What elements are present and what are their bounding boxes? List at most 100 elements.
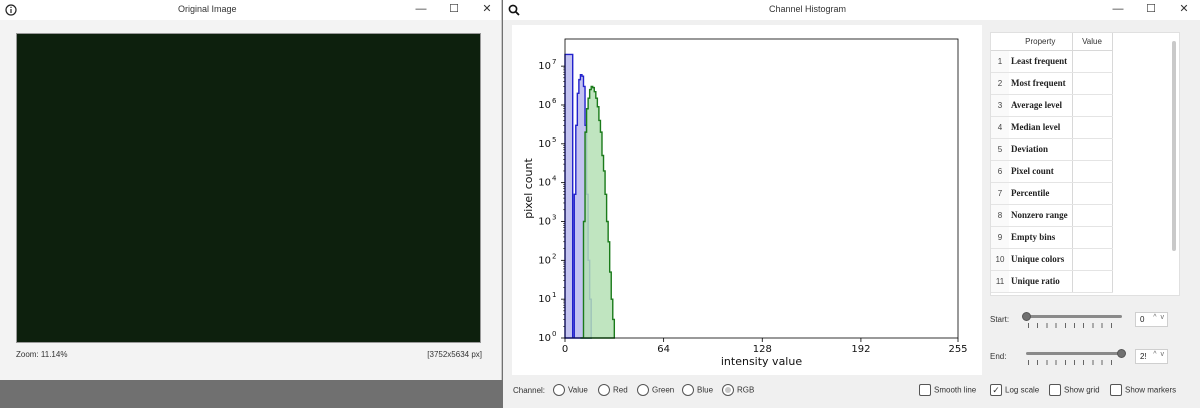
y-tick-exponent: 1 [552, 291, 556, 299]
maximize-button[interactable]: ☐ [443, 1, 465, 18]
end-slider-thumb[interactable] [1117, 349, 1126, 358]
radio-icon[interactable] [598, 384, 610, 396]
property-name: Pixel count [1009, 160, 1073, 183]
channel-label: Channel: [513, 386, 546, 395]
y-tick-label: 10 [538, 255, 551, 266]
image-canvas[interactable] [16, 33, 481, 343]
property-value[interactable] [1072, 116, 1113, 139]
y-tick-exponent: 2 [552, 252, 556, 260]
property-value[interactable] [1072, 204, 1113, 227]
table-row[interactable]: 10 Unique colors [991, 248, 1113, 271]
end-slider-track[interactable] [1026, 349, 1126, 358]
search-icon[interactable] [503, 1, 525, 18]
property-value[interactable] [1072, 138, 1113, 161]
radio-icon[interactable] [637, 384, 649, 396]
radio-icon[interactable] [682, 384, 694, 396]
row-index: 9 [991, 226, 1009, 249]
minimize-button[interactable]: — [1107, 1, 1129, 18]
checkbox-icon[interactable] [919, 384, 931, 396]
radio-selected-icon[interactable] [722, 384, 734, 396]
row-index: 10 [991, 248, 1009, 271]
property-value[interactable] [1072, 160, 1113, 183]
smooth-line-toggle[interactable]: Smooth line [919, 384, 976, 398]
checkbox-checked-icon[interactable]: ✓ [990, 384, 1002, 396]
x-tick-label: 64 [657, 344, 670, 355]
y-tick-label: 10 [538, 216, 551, 227]
y-tick-label: 10 [538, 61, 551, 72]
channel-option-red[interactable]: Red [598, 384, 628, 398]
end-spinbox[interactable]: 2! ^ v [1135, 349, 1168, 364]
row-index: 3 [991, 94, 1009, 117]
close-button[interactable]: ✕ [1173, 1, 1195, 18]
x-tick-label: 255 [948, 344, 967, 355]
value-header[interactable]: Value [1072, 33, 1113, 51]
y-tick-label: 10 [538, 178, 551, 189]
show-markers-toggle[interactable]: Show markers [1110, 384, 1176, 398]
property-value[interactable] [1072, 248, 1113, 271]
minimize-button[interactable]: — [410, 1, 432, 18]
dimensions-label: [3752x5634 px] [427, 350, 482, 359]
property-name: Least frequent [1009, 50, 1073, 73]
property-value[interactable] [1072, 226, 1113, 249]
channel-option-rgb[interactable]: RGB [722, 384, 754, 398]
property-table: Property Value 1 Least frequent 2 Most freq… [991, 33, 1113, 293]
property-name: Unique ratio [1009, 270, 1073, 293]
channel-option-value[interactable]: Value [553, 384, 588, 398]
table-row[interactable]: 11 Unique ratio [991, 270, 1113, 293]
property-value[interactable] [1072, 50, 1113, 73]
row-index: 5 [991, 138, 1009, 161]
property-table-panel[interactable]: Property Value 1 Least frequent 2 Most freq… [990, 32, 1180, 296]
table-row[interactable]: 1 Least frequent [991, 50, 1113, 73]
start-spinbox[interactable]: 0 ^ v [1135, 312, 1168, 327]
table-row[interactable]: 9 Empty bins [991, 226, 1113, 249]
y-tick-exponent: 0 [552, 330, 556, 338]
table-row[interactable]: 6 Pixel count [991, 160, 1113, 183]
property-value[interactable] [1072, 270, 1113, 293]
x-axis-label: intensity value [721, 355, 802, 368]
start-slider-thumb[interactable] [1022, 312, 1031, 321]
row-index: 11 [991, 270, 1009, 293]
histogram-svg: 0 64 128 192 25510 010 110 210 310 410 510 610 7inte… [522, 38, 968, 368]
original-image-titlebar[interactable]: Original Image — ☐ ✕ [0, 0, 501, 20]
channel-option-blue[interactable]: Blue [682, 384, 713, 398]
property-value[interactable] [1072, 182, 1113, 205]
y-tick-label: 10 [538, 294, 551, 305]
end-value: 2! [1140, 352, 1147, 361]
show-grid-toggle[interactable]: Show grid [1049, 384, 1100, 398]
table-row[interactable]: 3 Average level [991, 94, 1113, 117]
property-name: Average level [1009, 94, 1073, 117]
histogram-chart[interactable]: 0 64 128 192 255 10 0 10 1 10 2 10 3 10 4 10 5 10 6 10 7 inte… [512, 25, 982, 375]
channel-option-green[interactable]: Green [637, 384, 674, 398]
row-index: 1 [991, 50, 1009, 73]
table-scrollbar[interactable] [1172, 41, 1176, 251]
checkbox-icon[interactable] [1049, 384, 1061, 396]
histogram-titlebar[interactable]: Channel Histogram — ☐ ✕ [503, 0, 1200, 20]
start-label: Start: [990, 315, 1010, 324]
end-slider-ticks [1028, 360, 1120, 365]
table-row[interactable]: 4 Median level [991, 116, 1113, 139]
table-row[interactable]: 7 Percentile [991, 182, 1113, 205]
row-index: 8 [991, 204, 1009, 227]
spin-arrows-icon[interactable]: ^ v [1153, 314, 1165, 321]
property-value[interactable] [1072, 72, 1113, 95]
table-row[interactable]: 8 Nonzero range [991, 204, 1113, 227]
close-button[interactable]: ✕ [476, 1, 498, 18]
end-label: End: [990, 352, 1007, 361]
table-row[interactable]: 2 Most frequent [991, 72, 1113, 95]
property-name: Percentile [1009, 182, 1073, 205]
end-slider-row: End: 2! ^ v [990, 345, 1190, 369]
table-row[interactable]: 5 Deviation [991, 138, 1113, 161]
radio-icon[interactable] [553, 384, 565, 396]
checkbox-icon[interactable] [1110, 384, 1122, 396]
channel-histogram-window: Channel Histogram — ☐ ✕ 0 64 128 192 255 10 0 1… [503, 0, 1200, 408]
info-icon[interactable] [0, 1, 22, 18]
spin-arrows-icon[interactable]: ^ v [1153, 351, 1165, 358]
row-index: 7 [991, 182, 1009, 205]
property-name: Unique colors [1009, 248, 1073, 271]
maximize-button[interactable]: ☐ [1140, 1, 1162, 18]
log-scale-toggle[interactable]: ✓ Log scale [990, 384, 1039, 398]
row-index: 4 [991, 116, 1009, 139]
property-header[interactable]: Property [1009, 33, 1073, 51]
start-slider-track[interactable] [1022, 312, 1122, 321]
property-value[interactable] [1072, 94, 1113, 117]
